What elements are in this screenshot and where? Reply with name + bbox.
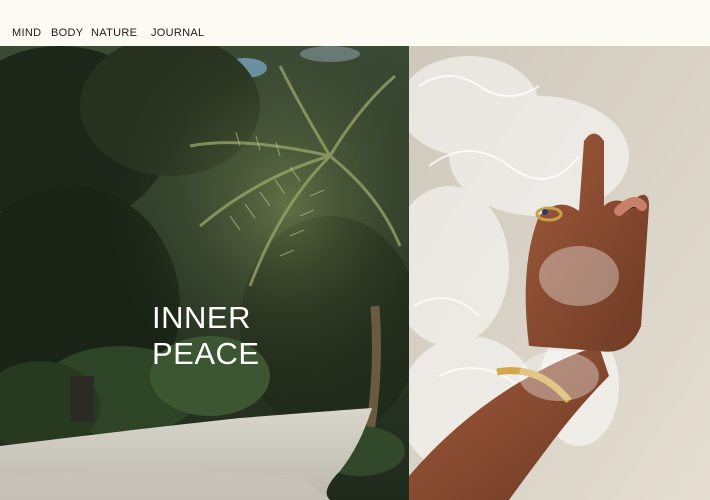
hero-image-hand-water xyxy=(409,46,710,500)
hero-image-jungle-path: INNER PEACE xyxy=(0,46,409,500)
hero-title-line-2: PEACE xyxy=(152,336,260,371)
hero-title-line-1: INNER xyxy=(152,300,251,335)
nav-item-nature[interactable]: NATURE xyxy=(91,27,137,39)
nav-item-body[interactable]: BODY xyxy=(51,27,83,39)
hero-title: INNER PEACE xyxy=(152,300,260,372)
jungle-path-illustration xyxy=(0,46,409,500)
hand-in-water-illustration xyxy=(409,46,710,500)
nav-item-mind[interactable]: MIND xyxy=(12,27,41,39)
top-nav: MIND BODY NATURE JOURNAL xyxy=(0,0,710,46)
nav-item-journal[interactable]: JOURNAL xyxy=(151,27,204,39)
